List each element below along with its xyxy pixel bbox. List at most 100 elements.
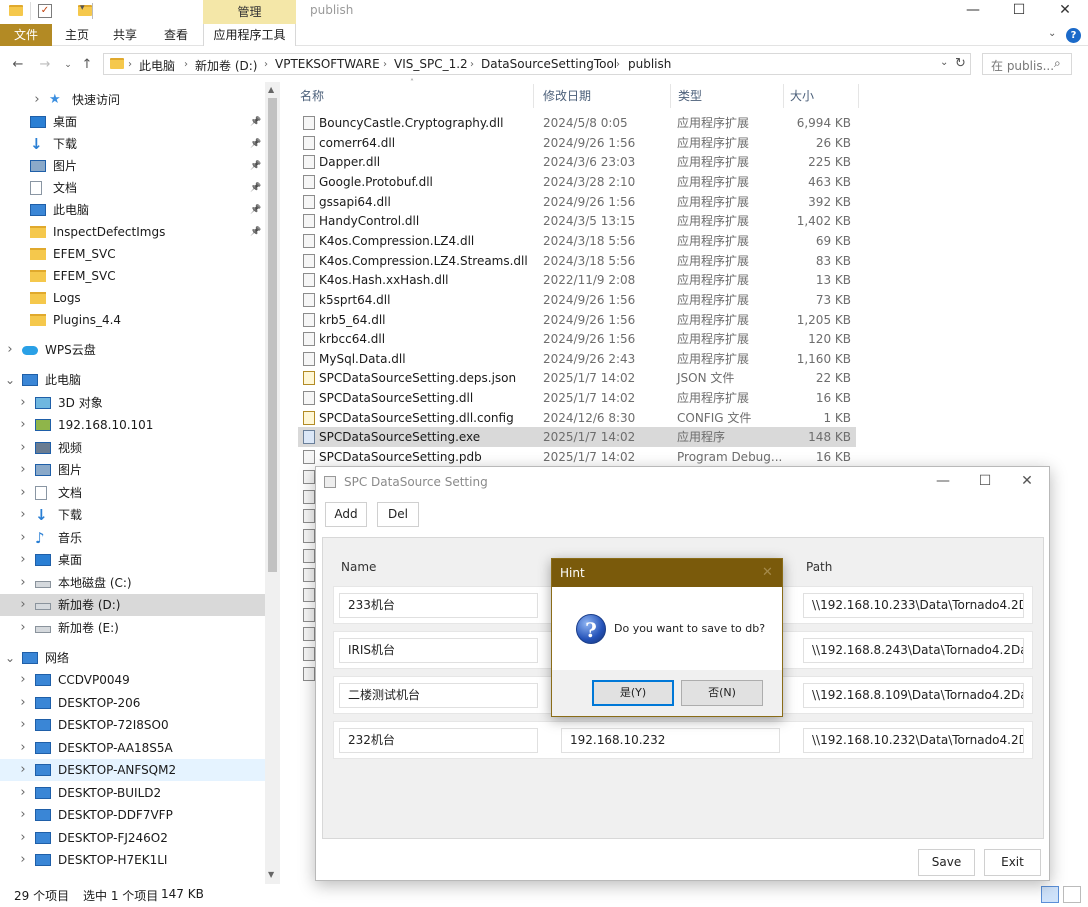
column-divider[interactable] xyxy=(670,84,671,108)
column-divider[interactable] xyxy=(783,84,784,108)
nav-item[interactable]: › DESKTOP-ANFSQM2 xyxy=(0,759,265,781)
file-icon[interactable] xyxy=(303,646,315,661)
breadcrumb-publish[interactable]: publish xyxy=(628,57,671,71)
file-icon[interactable] xyxy=(303,568,315,583)
chevron-right-icon[interactable]: › xyxy=(17,782,29,804)
column-header-size[interactable]: 大小 xyxy=(790,86,814,106)
up-arrow-icon[interactable]: ↑ xyxy=(79,57,95,73)
tab-share[interactable]: 共享 xyxy=(106,24,144,46)
nav-item[interactable]: › 新加卷 (E:) xyxy=(0,617,265,639)
name-field[interactable]: 二楼测试机台 xyxy=(339,683,538,708)
properties-icon[interactable]: ✓ xyxy=(38,4,52,18)
nav-item[interactable]: › DESKTOP-72I8SO0 xyxy=(0,714,265,736)
pin-icon[interactable]: 📌 xyxy=(250,177,261,199)
nav-item[interactable]: › ↓ 下载 xyxy=(0,504,265,526)
chevron-right-icon[interactable]: › xyxy=(17,737,29,759)
maximize-button[interactable]: ☐ xyxy=(996,0,1042,22)
nav-item[interactable]: InspectDefectImgs 📌 xyxy=(0,221,265,243)
nav-item[interactable]: › DESKTOP-AA18S5A xyxy=(0,737,265,759)
path-field[interactable]: \\192.168.8.109\Data\Tornado4.2Data xyxy=(803,683,1024,708)
nav-item[interactable]: › DESKTOP-FJ246O2 xyxy=(0,827,265,849)
chevron-right-icon[interactable]: › xyxy=(17,714,29,736)
file-row[interactable]: k5sprt64.dll 2024/9/26 1:56 应用程序扩展 73 KB xyxy=(298,290,856,310)
breadcrumb-drive-d[interactable]: 新加卷 (D:) xyxy=(195,57,257,74)
nav-item[interactable]: › 图片 xyxy=(0,459,265,481)
del-button[interactable]: Del xyxy=(377,502,419,527)
ip-field[interactable]: 192.168.10.232 xyxy=(561,728,780,753)
column-divider[interactable] xyxy=(533,84,534,108)
file-row[interactable]: HandyControl.dll 2024/3/5 13:15 应用程序扩展 1,40… xyxy=(298,211,856,231)
scroll-up-icon[interactable]: ▲ xyxy=(268,85,274,94)
chevron-down-icon[interactable]: ⌄ xyxy=(4,647,16,669)
pin-icon[interactable]: 📌 xyxy=(250,133,261,155)
nav-item[interactable]: › WPS云盘 xyxy=(0,339,265,361)
forward-arrow-icon[interactable]: → xyxy=(37,57,53,73)
file-icon[interactable] xyxy=(303,607,315,622)
chevron-right-icon[interactable]: › xyxy=(31,89,43,111)
chevron-right-icon[interactable]: › xyxy=(17,482,29,504)
file-row[interactable]: SPCDataSourceSetting.dll 2025/1/7 14:02 应用… xyxy=(298,388,856,408)
pin-icon[interactable]: 📌 xyxy=(250,221,261,243)
file-row[interactable]: SPCDataSourceSetting.exe 2025/1/7 14:02 应用… xyxy=(298,427,856,448)
nav-item[interactable]: ⌄ 网络 xyxy=(0,647,265,669)
nav-item[interactable]: › ★ 快速访问 xyxy=(0,89,265,111)
chevron-right-icon[interactable]: › xyxy=(17,669,29,691)
path-field[interactable]: \\192.168.10.233\Data\Tornado4.2Data xyxy=(803,593,1024,618)
chevron-right-icon[interactable]: › xyxy=(17,617,29,639)
tab-home[interactable]: 主页 xyxy=(58,24,96,46)
minimize-button[interactable]: — xyxy=(950,0,996,22)
file-icon[interactable] xyxy=(303,528,315,543)
file-icon[interactable] xyxy=(303,489,315,504)
spc-minimize-button[interactable]: — xyxy=(922,467,964,495)
file-row[interactable]: K4os.Hash.xxHash.dll 2022/11/9 2:08 应用程序扩展… xyxy=(298,270,856,290)
nav-item[interactable]: › 桌面 xyxy=(0,549,265,571)
refresh-icon[interactable]: ↻ xyxy=(955,56,966,71)
nav-item[interactable]: 桌面 📌 xyxy=(0,111,265,133)
spc-close-button[interactable]: ✕ xyxy=(1006,467,1048,495)
nav-item[interactable]: 文档 📌 xyxy=(0,177,265,199)
path-field[interactable]: \\192.168.8.243\Data\Tornado4.2Data xyxy=(803,638,1024,663)
name-field[interactable]: IRIS机台 xyxy=(339,638,538,663)
nav-item[interactable]: › 192.168.10.101 xyxy=(0,414,265,436)
tab-view[interactable]: 查看 xyxy=(157,24,195,46)
file-row[interactable]: gssapi64.dll 2024/9/26 1:56 应用程序扩展 392 KB xyxy=(298,192,856,212)
pin-icon[interactable]: 📌 xyxy=(250,111,261,133)
nav-item[interactable]: › 本地磁盘 (C:) xyxy=(0,572,265,594)
file-row[interactable]: BouncyCastle.Cryptography.dll 2024/5/8 0:… xyxy=(298,113,856,133)
nav-item[interactable]: ↓ 下载 📌 xyxy=(0,133,265,155)
column-divider[interactable] xyxy=(858,84,859,108)
search-icon[interactable]: ⌕ xyxy=(1054,56,1061,71)
nav-item[interactable]: 此电脑 📌 xyxy=(0,199,265,221)
name-field[interactable]: 233机台 xyxy=(339,593,538,618)
chevron-right-icon[interactable]: › xyxy=(17,527,29,549)
scroll-down-icon[interactable]: ▼ xyxy=(268,870,274,879)
folder-icon[interactable] xyxy=(9,5,23,16)
file-icon[interactable] xyxy=(303,666,315,681)
chevron-right-icon[interactable]: › xyxy=(17,759,29,781)
chevron-right-icon[interactable]: › xyxy=(17,849,29,871)
chevron-right-icon[interactable]: › xyxy=(17,594,29,616)
no-button[interactable]: 否(N) xyxy=(681,680,763,706)
nav-item[interactable]: › 3D 对象 xyxy=(0,392,265,414)
file-row[interactable]: Dapper.dll 2024/3/6 23:03 应用程序扩展 225 KB xyxy=(298,152,856,172)
chevron-right-icon[interactable]: › xyxy=(17,827,29,849)
file-icon[interactable] xyxy=(303,509,315,524)
breadcrumb-vis-spc[interactable]: VIS_SPC_1.2 xyxy=(394,57,468,71)
file-row[interactable]: Google.Protobuf.dll 2024/3/28 2:10 应用程序扩展 4… xyxy=(298,172,856,192)
path-field[interactable]: \\192.168.10.232\Data\Tornado4.2Data xyxy=(803,728,1024,753)
file-icon[interactable] xyxy=(303,470,315,484)
file-row[interactable]: MySql.Data.dll 2024/9/26 2:43 应用程序扩展 1,160 … xyxy=(298,349,856,369)
nav-item[interactable]: › DESKTOP-206 xyxy=(0,692,265,714)
file-row[interactable]: K4os.Compression.LZ4.Streams.dll 2024/3/1… xyxy=(298,251,856,271)
chevron-down-icon[interactable]: ⌄ xyxy=(4,369,16,391)
chevron-right-icon[interactable]: › xyxy=(17,572,29,594)
chevron-right-icon[interactable]: › xyxy=(17,414,29,436)
chevron-right-icon[interactable]: › xyxy=(17,504,29,526)
recent-locations-icon[interactable]: ⌄ xyxy=(60,57,76,73)
nav-scrollbar-thumb[interactable] xyxy=(268,98,277,572)
file-row[interactable]: krbcc64.dll 2024/9/26 1:56 应用程序扩展 120 KB xyxy=(298,329,856,349)
chevron-right-icon[interactable]: › xyxy=(17,437,29,459)
chevron-right-icon[interactable]: › xyxy=(4,339,16,361)
back-arrow-icon[interactable]: ← xyxy=(10,57,26,73)
exit-button[interactable]: Exit xyxy=(984,849,1041,876)
